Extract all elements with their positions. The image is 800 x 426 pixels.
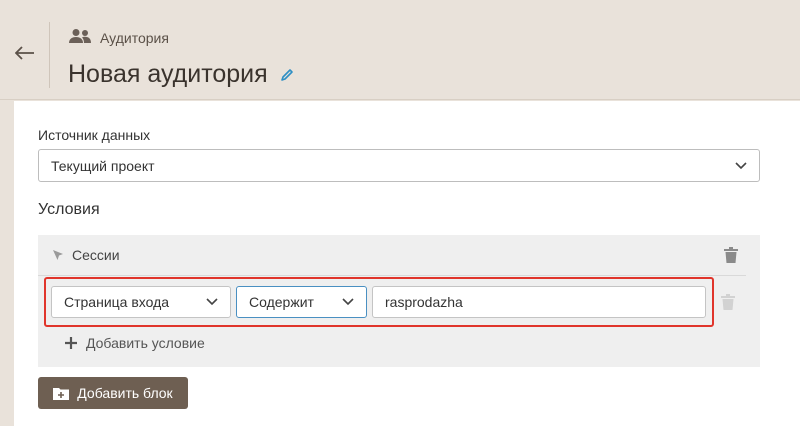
condition-field-select[interactable]: Страница входа	[51, 286, 231, 318]
add-block-button[interactable]: Добавить блок	[38, 377, 188, 409]
plus-icon	[64, 336, 78, 350]
source-select-value: Текущий проект	[51, 157, 155, 174]
condition-operator-select[interactable]: Содержит	[236, 286, 367, 318]
folder-plus-icon	[53, 386, 70, 400]
source-label: Источник данных	[38, 127, 151, 143]
users-icon	[68, 28, 92, 47]
pencil-icon[interactable]	[280, 68, 294, 82]
chevron-down-icon	[342, 298, 354, 306]
trash-icon[interactable]	[724, 247, 738, 263]
source-select[interactable]: Текущий проект	[38, 149, 760, 182]
arrow-left-icon	[14, 45, 35, 65]
block-title: Сессии	[72, 247, 120, 263]
condition-field-value: Страница входа	[64, 294, 170, 310]
cursor-icon	[52, 249, 64, 261]
title-row: Новая аудитория	[68, 60, 294, 89]
chevron-down-icon	[206, 298, 218, 306]
trash-icon[interactable]	[721, 294, 735, 310]
page-title: Новая аудитория	[68, 60, 268, 88]
add-condition-button[interactable]: Добавить условие	[64, 335, 205, 351]
condition-operator-value: Содержит	[249, 294, 314, 310]
add-condition-label: Добавить условие	[86, 335, 205, 351]
chevron-down-icon	[735, 161, 747, 170]
breadcrumb[interactable]: Аудитория	[68, 28, 169, 47]
conditions-title: Условия	[38, 201, 100, 218]
breadcrumb-label: Аудитория	[100, 29, 169, 46]
condition-value-input[interactable]: rasprodazha	[372, 286, 706, 318]
page-header: Аудитория Новая аудитория	[0, 0, 800, 100]
back-button[interactable]	[0, 22, 50, 88]
add-block-label: Добавить блок	[77, 385, 173, 401]
condition-block-header: Сессии	[38, 235, 746, 276]
condition-value-text: rasprodazha	[385, 294, 463, 310]
